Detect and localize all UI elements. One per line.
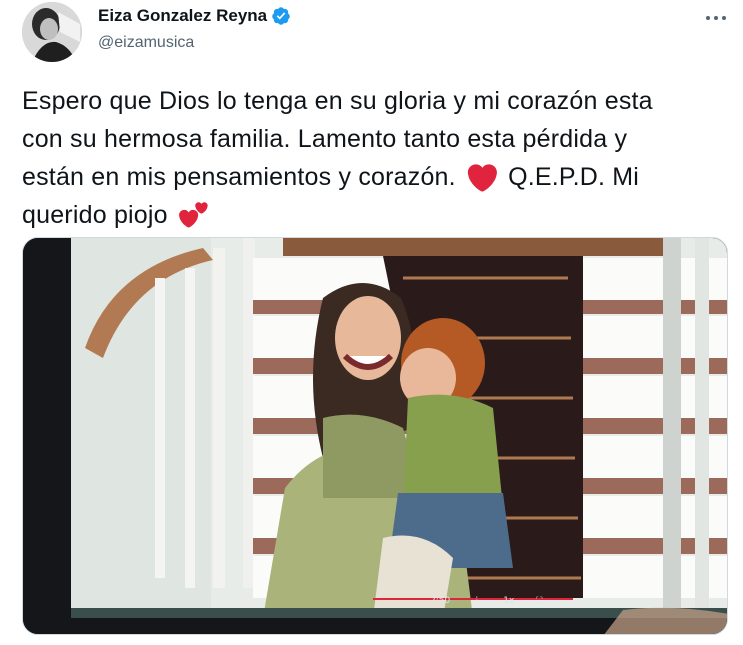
red-heart-icon [467,164,497,193]
tweet-line: Espero que Dios lo tenga en su gloria y … [22,87,653,115]
two-hearts-icon [178,202,208,228]
author-display-name[interactable]: Eiza Gonzalez Reyna [98,6,267,26]
dot-icon [722,16,726,20]
video-controls-overlay: 2:50 ⋮ 1x ⛶ [430,596,543,606]
author-handle[interactable]: @eizamusica [98,34,194,52]
video-time: 2:50 [430,596,451,606]
author-avatar[interactable] [22,2,82,62]
profile-photo-icon [22,2,82,62]
tweet-text: Espero que Dios lo tenga en su gloria y … [22,82,722,234]
tweet-line: están en mis pensamientos y corazón. Q.E… [22,158,722,196]
tweet-card: Eiza Gonzalez Reyna @eizamusica Espero q… [0,0,743,645]
tweet-line: con su hermosa familia. Lamento tanto es… [22,125,628,153]
more-options-button[interactable] [701,8,731,28]
tweet-line-part: querido piojo [22,201,168,229]
tweet-line-part: Q.E.P.D. Mi [508,163,640,191]
tweet-line-part: están en mis pensamientos y corazón. [22,163,456,191]
video-speed[interactable]: 1x [503,596,514,606]
video-more-icon[interactable]: ⋮ [472,596,481,606]
dot-icon [706,16,710,20]
tweet-media[interactable] [22,237,728,635]
dot-icon [714,16,718,20]
photo-of-tv-screen-icon [23,238,727,634]
tweet-line: querido piojo [22,196,722,234]
verified-badge-icon [272,7,290,25]
fullscreen-icon[interactable]: ⛶ [536,596,542,606]
author-name-row: Eiza Gonzalez Reyna [98,6,291,26]
